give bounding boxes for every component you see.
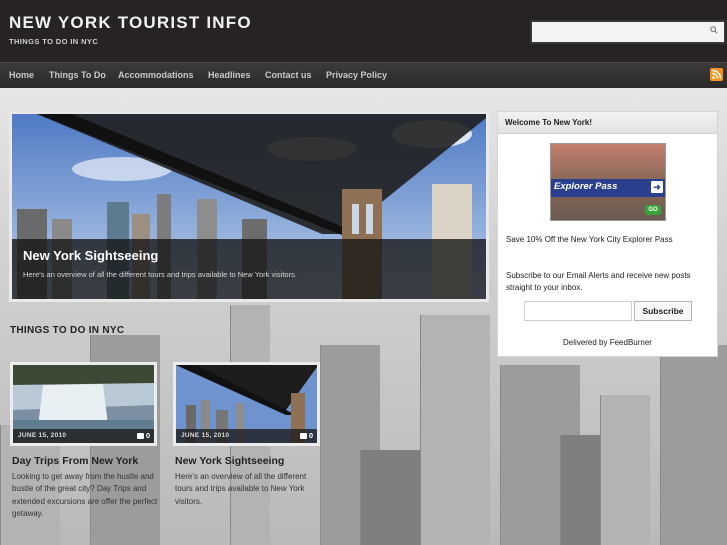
subscribe-text: Subscribe to our Email Alerts and receiv… bbox=[506, 271, 691, 292]
slider-description: Here's an overview of all the different … bbox=[23, 270, 297, 279]
post-thumbnail[interactable]: JUNE 15, 2010 0 bbox=[10, 362, 157, 446]
widget-title: Welcome To New York! bbox=[498, 112, 717, 134]
subscribe-button[interactable]: Subscribe bbox=[634, 301, 692, 321]
comment-icon bbox=[136, 433, 144, 440]
email-field[interactable] bbox=[524, 301, 632, 321]
slider-title[interactable]: New York Sightseeing bbox=[23, 248, 158, 263]
main-nav: Home Things To Do Accommodations Headlin… bbox=[0, 62, 727, 88]
post-title[interactable]: New York Sightseeing bbox=[175, 455, 284, 467]
nav-item-headlines[interactable]: Headlines bbox=[208, 70, 251, 80]
post-excerpt: Here's an overview of all the different … bbox=[175, 472, 307, 506]
slider-caption: New York Sightseeing Here's an overview … bbox=[12, 239, 486, 299]
comment-count: 0 bbox=[308, 431, 313, 440]
post-date: JUNE 15, 2010 bbox=[18, 432, 67, 439]
search-icon[interactable] bbox=[710, 26, 718, 34]
promo-go: GO bbox=[645, 205, 661, 215]
nav-item-accommodations[interactable]: Accommodations bbox=[118, 70, 194, 80]
promo-bar: Explorer Pass ➜ bbox=[551, 179, 665, 197]
featured-slider[interactable]: New York Sightseeing Here's an overview … bbox=[9, 111, 489, 302]
promo-caption[interactable]: Save 10% Off the New York City Explorer … bbox=[506, 235, 673, 244]
section-title: THINGS TO DO IN NYC bbox=[10, 325, 125, 336]
comment-icon bbox=[299, 433, 307, 440]
nav-item-home[interactable]: Home bbox=[9, 70, 34, 80]
post-date: JUNE 15, 2010 bbox=[181, 432, 230, 439]
nav-item-things-to-do[interactable]: Things To Do bbox=[49, 70, 106, 80]
nav-item-privacy-policy[interactable]: Privacy Policy bbox=[326, 70, 387, 80]
search-input[interactable] bbox=[532, 22, 702, 43]
post-meta: JUNE 15, 2010 0 bbox=[176, 429, 317, 443]
promo-label: Explorer Pass bbox=[554, 181, 618, 192]
search-box bbox=[530, 20, 726, 44]
comment-count: 0 bbox=[145, 431, 150, 440]
delivered-by-link[interactable]: Delivered by FeedBurner bbox=[498, 338, 717, 347]
post-comments[interactable]: 0 bbox=[299, 431, 313, 440]
post-title[interactable]: Day Trips From New York bbox=[12, 455, 138, 467]
post-thumbnail[interactable]: JUNE 15, 2010 0 bbox=[173, 362, 320, 446]
explorer-pass-banner[interactable]: Explorer Pass ➜ GO bbox=[550, 143, 666, 221]
sidebar-widget: Welcome To New York! Explorer Pass ➜ GO … bbox=[497, 111, 718, 357]
post-comments[interactable]: 0 bbox=[136, 431, 150, 440]
post-excerpt: Looking to get away from the hustle and … bbox=[12, 472, 158, 518]
site-header: NEW YORK TOURIST INFO THINGS TO DO IN NY… bbox=[0, 0, 727, 62]
arrow-right-icon: ➜ bbox=[651, 181, 663, 193]
rss-icon[interactable] bbox=[710, 68, 723, 81]
site-title[interactable]: NEW YORK TOURIST INFO bbox=[9, 13, 252, 33]
post-meta: JUNE 15, 2010 0 bbox=[13, 429, 154, 443]
nav-item-contact-us[interactable]: Contact us bbox=[265, 70, 312, 80]
site-tagline: THINGS TO DO IN NYC bbox=[9, 37, 99, 46]
